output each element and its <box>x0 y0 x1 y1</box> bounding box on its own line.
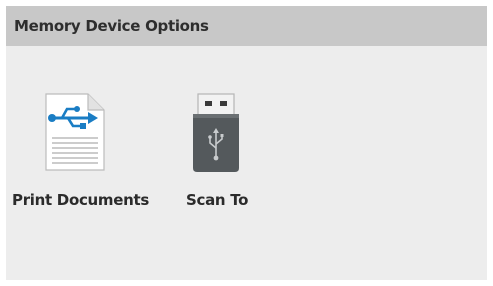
print-documents-button[interactable]: Print Documents <box>6 92 150 222</box>
usb-drive-icon <box>188 92 244 174</box>
page-title: Memory Device Options <box>14 17 209 35</box>
usb-document-icon <box>42 92 108 172</box>
print-documents-label: Print Documents <box>12 191 150 209</box>
scan-to-button[interactable]: Scan To <box>176 92 256 222</box>
title-bar: Memory Device Options <box>6 6 487 46</box>
scan-to-label: Scan To <box>186 191 249 209</box>
memory-device-options-screen: Memory Device Options Print Documents Sc… <box>6 6 487 280</box>
